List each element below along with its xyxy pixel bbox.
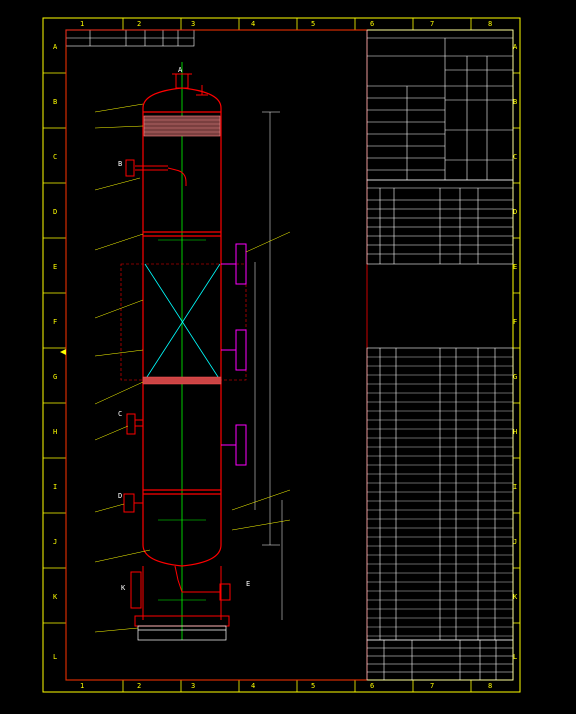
row-label-k: K bbox=[53, 593, 58, 601]
col-label-3: 3 bbox=[191, 20, 196, 28]
row-label-e: E bbox=[53, 263, 58, 271]
col-label-5: 5 bbox=[311, 20, 316, 28]
row-label-right-h: H bbox=[513, 428, 518, 436]
row-label-a: A bbox=[53, 43, 58, 51]
row-label-right-b: B bbox=[513, 98, 518, 106]
col-label-bottom-7: 7 bbox=[430, 682, 435, 690]
col-label-8: 8 bbox=[488, 20, 493, 28]
col-label-7: 7 bbox=[430, 20, 435, 28]
col-label-4: 4 bbox=[251, 20, 256, 28]
row-label-i: I bbox=[53, 483, 58, 491]
row-label-c: C bbox=[53, 153, 58, 161]
row-label-right-a: A bbox=[513, 43, 518, 51]
row-label-right-k: K bbox=[513, 593, 518, 601]
col-label-bottom-6: 6 bbox=[370, 682, 375, 690]
nozzle-callout-b: B bbox=[118, 160, 123, 168]
nozzle-callout-c: C bbox=[118, 410, 123, 418]
row-label-right-d: D bbox=[513, 208, 518, 216]
col-label-2: 2 bbox=[137, 20, 142, 28]
row-label-g: G bbox=[53, 373, 58, 381]
row-label-right-l: L bbox=[513, 653, 518, 661]
col-label-1: 1 bbox=[80, 20, 85, 28]
row-label-j: J bbox=[53, 538, 58, 546]
nozzle-callout-k: K bbox=[121, 584, 126, 592]
col-label-bottom-1: 1 bbox=[80, 682, 85, 690]
row-label-right-i: I bbox=[513, 483, 518, 491]
row-label-b: B bbox=[53, 98, 58, 106]
row-label-f: F bbox=[53, 318, 58, 326]
nozzle-callout-e: E bbox=[246, 580, 251, 588]
col-label-bottom-8: 8 bbox=[488, 682, 493, 690]
col-label-6: 6 bbox=[370, 20, 375, 28]
cad-drawing-sheet bbox=[0, 0, 576, 714]
row-label-right-c: C bbox=[513, 153, 518, 161]
col-label-bottom-5: 5 bbox=[311, 682, 316, 690]
row-label-h: H bbox=[53, 428, 58, 436]
nozzle-callout-a: A bbox=[178, 66, 183, 74]
row-label-l: L bbox=[53, 653, 58, 661]
row-label-right-j: J bbox=[513, 538, 518, 546]
col-label-bottom-3: 3 bbox=[191, 682, 196, 690]
col-label-bottom-4: 4 bbox=[251, 682, 256, 690]
row-label-right-e: E bbox=[513, 263, 518, 271]
row-label-right-g: G bbox=[513, 373, 518, 381]
col-label-bottom-2: 2 bbox=[137, 682, 142, 690]
nozzle-callout-d: D bbox=[118, 492, 123, 500]
row-label-d: D bbox=[53, 208, 58, 216]
demister-pad bbox=[143, 115, 221, 137]
row-label-right-f: F bbox=[513, 318, 518, 326]
